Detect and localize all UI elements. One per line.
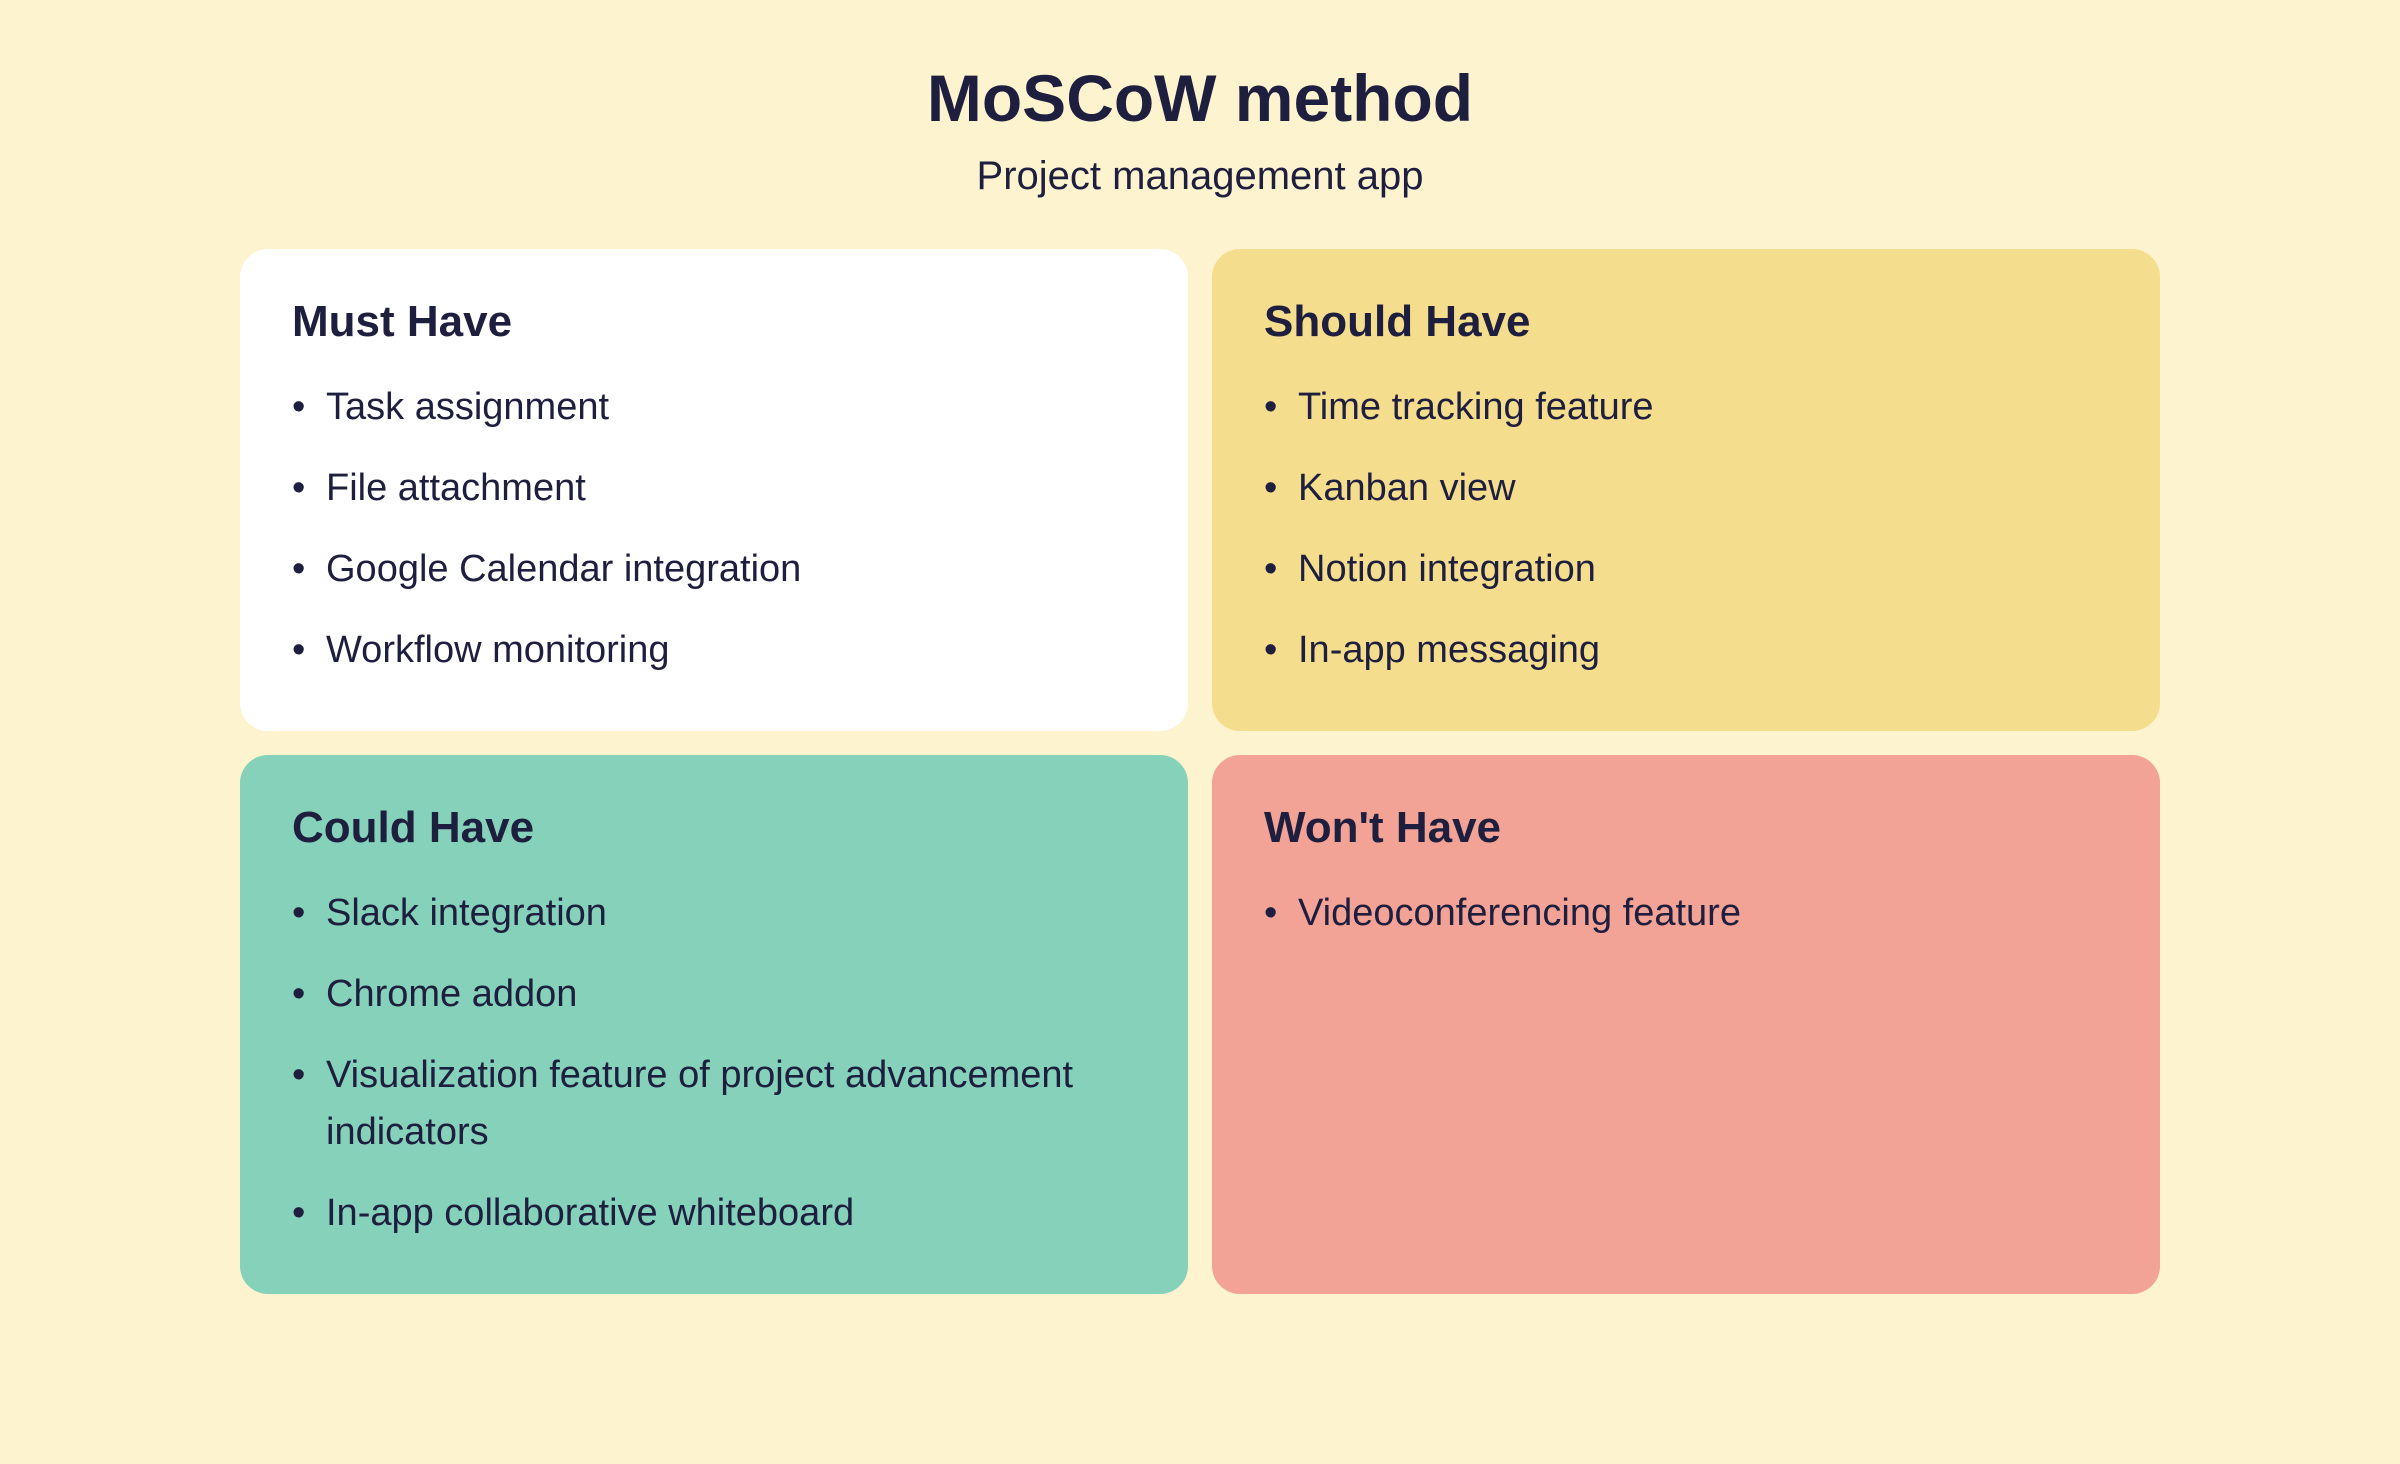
list-item: Workflow monitoring	[292, 622, 1136, 679]
card-title-must: Must Have	[292, 297, 1136, 347]
moscow-grid: Must Have Task assignment File attachmen…	[240, 249, 2160, 1294]
list-item: In-app collaborative whiteboard	[292, 1185, 1136, 1242]
page-title: MoSCoW method	[240, 60, 2160, 136]
card-title-could: Could Have	[292, 803, 1136, 853]
card-title-wont: Won't Have	[1264, 803, 2108, 853]
card-wont-have: Won't Have Videoconferencing feature	[1212, 755, 2160, 1294]
page-subtitle: Project management app	[240, 154, 2160, 199]
card-could-have: Could Have Slack integration Chrome addo…	[240, 755, 1188, 1294]
list-item: Google Calendar integration	[292, 541, 1136, 598]
list-item: Visualization feature of project advance…	[292, 1047, 1136, 1161]
list-item: Task assignment	[292, 379, 1136, 436]
header: MoSCoW method Project management app	[240, 60, 2160, 199]
list-item: Kanban view	[1264, 460, 2108, 517]
list-item: Chrome addon	[292, 966, 1136, 1023]
wont-have-list: Videoconferencing feature	[1264, 885, 2108, 942]
list-item: File attachment	[292, 460, 1136, 517]
card-must-have: Must Have Task assignment File attachmen…	[240, 249, 1188, 731]
list-item: Videoconferencing feature	[1264, 885, 2108, 942]
list-item: Time tracking feature	[1264, 379, 2108, 436]
could-have-list: Slack integration Chrome addon Visualiza…	[292, 885, 1136, 1242]
list-item: Slack integration	[292, 885, 1136, 942]
should-have-list: Time tracking feature Kanban view Notion…	[1264, 379, 2108, 679]
must-have-list: Task assignment File attachment Google C…	[292, 379, 1136, 679]
card-title-should: Should Have	[1264, 297, 2108, 347]
list-item: In-app messaging	[1264, 622, 2108, 679]
list-item: Notion integration	[1264, 541, 2108, 598]
card-should-have: Should Have Time tracking feature Kanban…	[1212, 249, 2160, 731]
